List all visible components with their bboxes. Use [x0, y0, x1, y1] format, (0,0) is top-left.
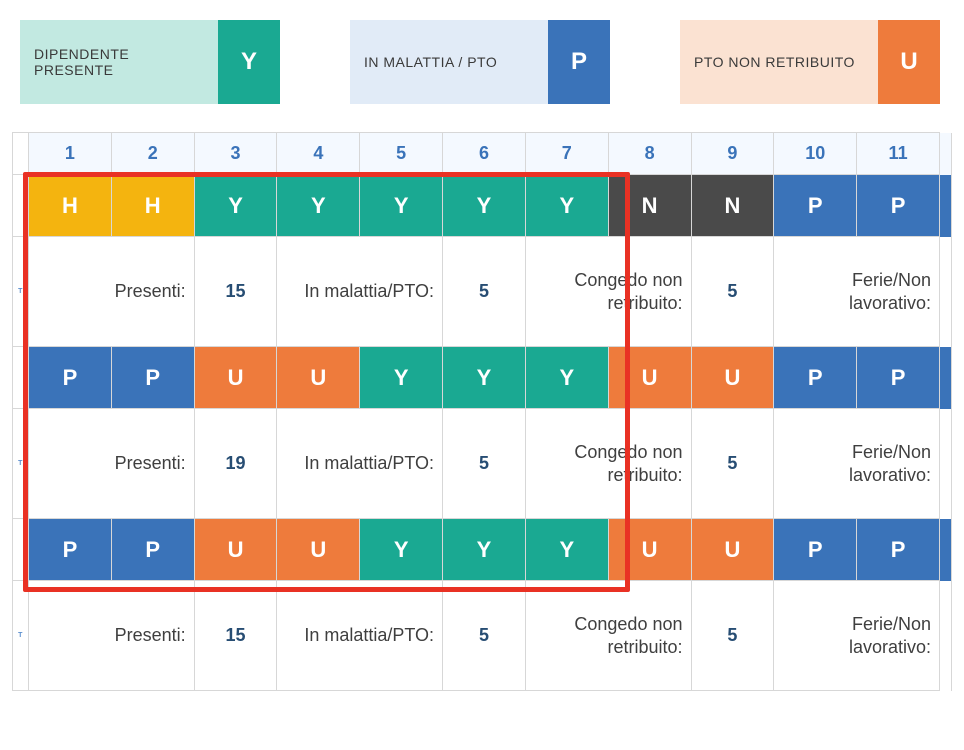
stat-row-right-stub: [940, 237, 952, 347]
legend-code: Y: [218, 20, 280, 104]
day-cell[interactable]: Y: [525, 175, 608, 237]
stat-label-ferie: Ferie/Non lavorativo:: [774, 237, 940, 347]
stat-label-malattia: In malattia/PTO:: [277, 237, 443, 347]
day-cell[interactable]: Y: [194, 175, 277, 237]
day-cell[interactable]: Y: [443, 175, 526, 237]
stat-value-congedo: 5: [691, 237, 774, 347]
stat-row-0: TPresenti:15In malattia/PTO:5Congedo non…: [13, 237, 952, 347]
day-header-11: 11: [857, 133, 940, 175]
stat-label-ferie: Ferie/Non lavorativo:: [774, 581, 940, 691]
stat-row-2: TPresenti:15In malattia/PTO:5Congedo non…: [13, 581, 952, 691]
calendar-wrap: 1234567891011 HHYYYYYNNPPTPresenti:15In …: [12, 132, 952, 691]
day-cell[interactable]: Y: [277, 175, 360, 237]
legend-item-1: IN MALATTIA / PTOP: [350, 20, 610, 104]
stat-row-left-stub: T: [13, 237, 29, 347]
code-row-right-stub: [940, 519, 952, 581]
calendar-table: 1234567891011 HHYYYYYNNPPTPresenti:15In …: [12, 132, 952, 691]
day-cell[interactable]: Y: [443, 519, 526, 581]
day-cell[interactable]: U: [691, 519, 774, 581]
stat-label-ferie: Ferie/Non lavorativo:: [774, 409, 940, 519]
day-cell[interactable]: Y: [443, 347, 526, 409]
calendar-body: HHYYYYYNNPPTPresenti:15In malattia/PTO:5…: [13, 175, 952, 691]
stat-label-presenti: Presenti:: [29, 581, 195, 691]
stat-row-right-stub: [940, 581, 952, 691]
day-cell[interactable]: Y: [525, 519, 608, 581]
code-row-1: PPUUYYYUUPP: [13, 347, 952, 409]
day-header-3: 3: [194, 133, 277, 175]
day-cell[interactable]: U: [691, 347, 774, 409]
day-header-7: 7: [525, 133, 608, 175]
day-cell[interactable]: U: [608, 519, 691, 581]
stat-value-presenti: 15: [194, 581, 277, 691]
stat-value-malattia: 5: [443, 237, 526, 347]
day-cell[interactable]: P: [29, 519, 112, 581]
code-row-left-stub: [13, 175, 29, 237]
stat-label-malattia: In malattia/PTO:: [277, 409, 443, 519]
stat-label-congedo: Congedo non retribuito:: [525, 581, 691, 691]
stat-row-left-stub: T: [13, 409, 29, 519]
legend-item-2: PTO NON RETRIBUITOU: [680, 20, 940, 104]
day-cell[interactable]: U: [277, 519, 360, 581]
day-cell[interactable]: Y: [360, 519, 443, 581]
code-row-left-stub: [13, 347, 29, 409]
day-header-5: 5: [360, 133, 443, 175]
stat-value-congedo: 5: [691, 409, 774, 519]
stat-value-presenti: 19: [194, 409, 277, 519]
day-cell[interactable]: P: [29, 347, 112, 409]
day-cell[interactable]: P: [857, 347, 940, 409]
code-row-0: HHYYYYYNNPP: [13, 175, 952, 237]
header-left-stub: [13, 133, 29, 175]
stat-value-malattia: 5: [443, 581, 526, 691]
day-cell[interactable]: P: [857, 519, 940, 581]
day-cell[interactable]: P: [111, 519, 194, 581]
legend-code: P: [548, 20, 610, 104]
stat-value-congedo: 5: [691, 581, 774, 691]
stat-label-malattia: In malattia/PTO:: [277, 581, 443, 691]
stat-label-congedo: Congedo non retribuito:: [525, 409, 691, 519]
day-cell[interactable]: P: [774, 519, 857, 581]
code-row-right-stub: [940, 175, 952, 237]
day-header-6: 6: [443, 133, 526, 175]
legend-code: U: [878, 20, 940, 104]
stat-row-right-stub: [940, 409, 952, 519]
day-header-9: 9: [691, 133, 774, 175]
day-header-8: 8: [608, 133, 691, 175]
header-right-stub: [940, 133, 952, 175]
day-header-10: 10: [774, 133, 857, 175]
header-row: 1234567891011: [13, 133, 952, 175]
stat-value-malattia: 5: [443, 409, 526, 519]
legend-label: DIPENDENTE PRESENTE: [20, 20, 218, 104]
stat-label-presenti: Presenti:: [29, 409, 195, 519]
day-cell[interactable]: U: [277, 347, 360, 409]
day-cell[interactable]: Y: [360, 175, 443, 237]
day-cell[interactable]: H: [29, 175, 112, 237]
code-row-left-stub: [13, 519, 29, 581]
day-header-4: 4: [277, 133, 360, 175]
day-cell[interactable]: P: [857, 175, 940, 237]
day-cell[interactable]: U: [194, 519, 277, 581]
day-header-1: 1: [29, 133, 112, 175]
legend-label: PTO NON RETRIBUITO: [680, 20, 878, 104]
day-cell[interactable]: H: [111, 175, 194, 237]
day-cell[interactable]: Y: [525, 347, 608, 409]
day-cell[interactable]: Y: [360, 347, 443, 409]
stat-row-left-stub: T: [13, 581, 29, 691]
stat-value-presenti: 15: [194, 237, 277, 347]
day-cell[interactable]: N: [691, 175, 774, 237]
day-cell[interactable]: U: [608, 347, 691, 409]
day-cell[interactable]: N: [608, 175, 691, 237]
legend-item-0: DIPENDENTE PRESENTEY: [20, 20, 280, 104]
day-cell[interactable]: P: [774, 175, 857, 237]
stat-label-congedo: Congedo non retribuito:: [525, 237, 691, 347]
day-cell[interactable]: P: [111, 347, 194, 409]
code-row-right-stub: [940, 347, 952, 409]
legend-row: DIPENDENTE PRESENTEY IN MALATTIA / PTOP PT…: [12, 20, 952, 104]
code-row-2: PPUUYYYUUPP: [13, 519, 952, 581]
stat-label-presenti: Presenti:: [29, 237, 195, 347]
legend-label: IN MALATTIA / PTO: [350, 20, 548, 104]
day-header-2: 2: [111, 133, 194, 175]
day-cell[interactable]: P: [774, 347, 857, 409]
stat-row-1: TPresenti:19In malattia/PTO:5Congedo non…: [13, 409, 952, 519]
day-cell[interactable]: U: [194, 347, 277, 409]
